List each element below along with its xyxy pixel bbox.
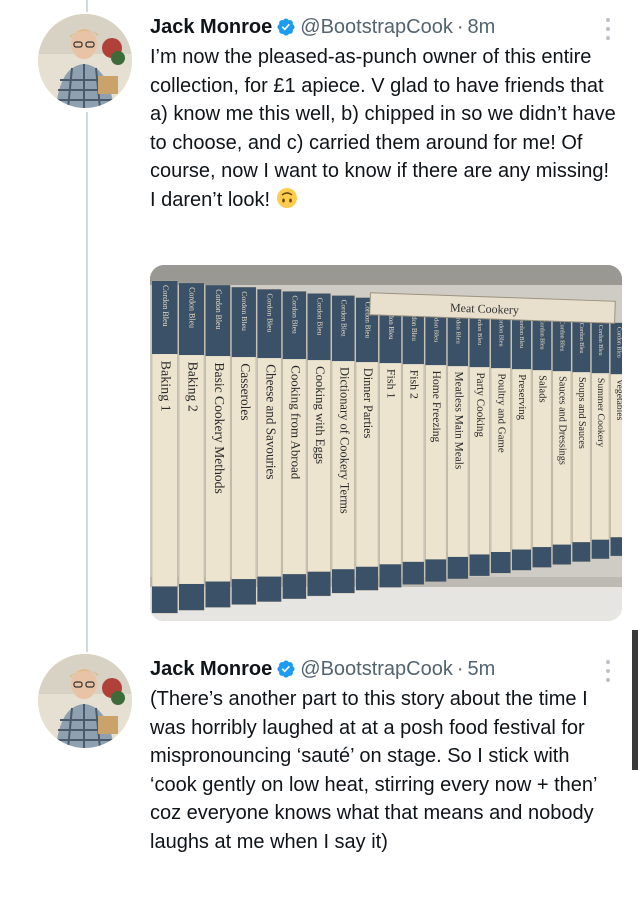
book-spine: Cordon Bleu Summer Cookery xyxy=(591,320,610,560)
avatar-photo xyxy=(38,654,132,748)
book-spine: Cordon Bleu Cooking with Eggs xyxy=(307,293,331,597)
upside-down-face-emoji xyxy=(276,187,298,209)
book-title-label: Summer Cookery xyxy=(595,378,606,447)
book-spine: Cordon BleuFish 2 xyxy=(402,301,425,585)
book-spine: Cordon BleuPoultry and Game xyxy=(490,310,511,574)
book-series-label: Cordon Bleu xyxy=(161,285,170,327)
author-name[interactable]: Jack Monroe xyxy=(150,658,272,681)
book-spine: Cordon Bleu Baking 1 xyxy=(151,280,178,614)
book-spine: Cordon BleuHome Freezing xyxy=(425,303,447,582)
timestamp[interactable]: 5m xyxy=(468,658,496,681)
tweet-header: Jack Monroe @BootstrapCook · 8m xyxy=(150,12,616,42)
timestamp[interactable]: 8m xyxy=(468,16,496,39)
tweet-header: Jack Monroe @BootstrapCook · 5m xyxy=(150,654,616,684)
book-series-label: Cordon Bleu xyxy=(597,325,603,356)
book-spine: Cordon Bleu Basic Cookery Methods xyxy=(205,284,231,608)
book-title-label: Baking 2 xyxy=(185,362,200,412)
verified-badge-icon xyxy=(276,659,296,679)
book-title-label: Baking 1 xyxy=(158,361,174,412)
book-title-label: Cooking with Eggs xyxy=(313,366,327,464)
book-title-label: Soups and Sauces xyxy=(576,377,587,449)
book-spine: Cordon Bleu Baking 2 xyxy=(178,282,205,611)
book-title-label: Vegetables xyxy=(614,379,622,421)
book-title-label: Party Cooking xyxy=(474,372,486,437)
avatar[interactable] xyxy=(38,654,132,748)
book-title-label: Poultry and Game xyxy=(495,373,507,453)
tweet-text-content: I’m now the pleased-as-punch owner of th… xyxy=(150,46,622,211)
book-spine: Cordon BleuDinner Parties xyxy=(355,297,379,591)
separator-dot: · xyxy=(456,15,464,38)
book-series-label: Cordon Bleu xyxy=(291,295,300,334)
book-spine: Cordon Bleu Soups and Sauces xyxy=(572,318,591,562)
book-title-label: Home Freezing xyxy=(430,371,443,443)
book-spine: Cordon Bleu Vegetables xyxy=(610,322,622,557)
author-name[interactable]: Jack Monroe xyxy=(150,16,272,39)
tweet-text: (There’s another part to this story abou… xyxy=(150,685,620,856)
shelf-plaque-label: Meat Cookery xyxy=(450,301,519,317)
book-title-label: Dictionary of Cookery Terms xyxy=(337,367,351,514)
book-series-label: Cordon Bleu xyxy=(518,316,524,348)
verified-badge-icon xyxy=(276,17,296,37)
book-spine: Cordon Bleu Preserving xyxy=(511,312,532,571)
book-spine: Cordon BleuFish 1 xyxy=(379,299,402,588)
book-title-label: Casseroles xyxy=(238,363,253,420)
book-spine: Cordon Bleu Cooking from Abroad xyxy=(282,291,307,600)
book-title-label: Salads xyxy=(536,375,547,402)
book-series-label: Cordon Bleu xyxy=(214,289,223,329)
avatar[interactable] xyxy=(38,14,132,108)
bookshelf-image: Cordon BleuBaking 1Cordon BleuBaking 2Co… xyxy=(150,265,622,621)
book-title-label: Meatless Main Meals xyxy=(452,372,464,470)
book-series-label: Cordon Bleu xyxy=(558,321,564,352)
tweet-2[interactable]: Jack Monroe @BootstrapCook · 5m (There’s… xyxy=(0,654,638,900)
book-title-label: Cheese and Savouries xyxy=(263,364,278,479)
thread-connector-top xyxy=(86,0,88,12)
book-series-label: Cordon Bleu xyxy=(266,293,275,332)
book-series-label: Cordon Bleu xyxy=(188,287,197,328)
tweet-text: I’m now the pleased-as-punch owner of th… xyxy=(150,43,620,214)
book-title-label: Fish 2 xyxy=(408,370,422,399)
book-spine: Cordon BleuMeatless Main Meals xyxy=(447,305,469,580)
tweet-text-content: (There’s another part to this story abou… xyxy=(150,688,603,853)
book-spine: Cordon Bleu Sauces and Dressings xyxy=(552,316,572,565)
book-title-label: Preserving xyxy=(516,374,528,420)
book-series-label: Cordon Bleu xyxy=(616,327,622,358)
book-title-label: Cooking from Abroad xyxy=(288,365,303,480)
book-series-label: Cordon Bleu xyxy=(340,300,348,337)
book-title-label: Fish 1 xyxy=(385,369,399,399)
author-handle[interactable]: @BootstrapCook xyxy=(300,658,453,681)
separator-dot: · xyxy=(456,657,464,680)
book-title-label: Dinner Parties xyxy=(361,368,375,439)
more-options-icon[interactable] xyxy=(600,18,616,40)
scrollbar[interactable] xyxy=(632,630,638,770)
author-handle[interactable]: @BootstrapCook xyxy=(300,16,453,39)
more-options-icon[interactable] xyxy=(600,660,616,682)
book-title-label: Basic Cookery Methods xyxy=(212,362,227,493)
book-series-label: Cordon Bleu xyxy=(240,291,249,331)
book-spine: Cordon Bleu Dictionary of Cookery Terms xyxy=(331,295,355,594)
book-series-label: Cordon Bleu xyxy=(539,319,545,350)
book-series-label: Cordon Bleu xyxy=(315,298,324,336)
book-spine: Cordon BleuParty Cooking xyxy=(469,307,490,577)
book-spine: Cordon Bleu Casseroles xyxy=(231,286,257,605)
book-series-label: Cordon Bleu xyxy=(578,323,584,354)
avatar-photo xyxy=(38,14,132,108)
book-spine: Cordon Bleu Cheese and Savouries xyxy=(257,289,282,602)
book-spine: Cordon Bleu Salads xyxy=(532,314,552,568)
tweet-photo[interactable]: Cordon Bleu Baking 1 Cordon Bleu Baking 2 Co… xyxy=(150,265,622,621)
book-title-label: Sauces and Dressings xyxy=(556,376,567,465)
